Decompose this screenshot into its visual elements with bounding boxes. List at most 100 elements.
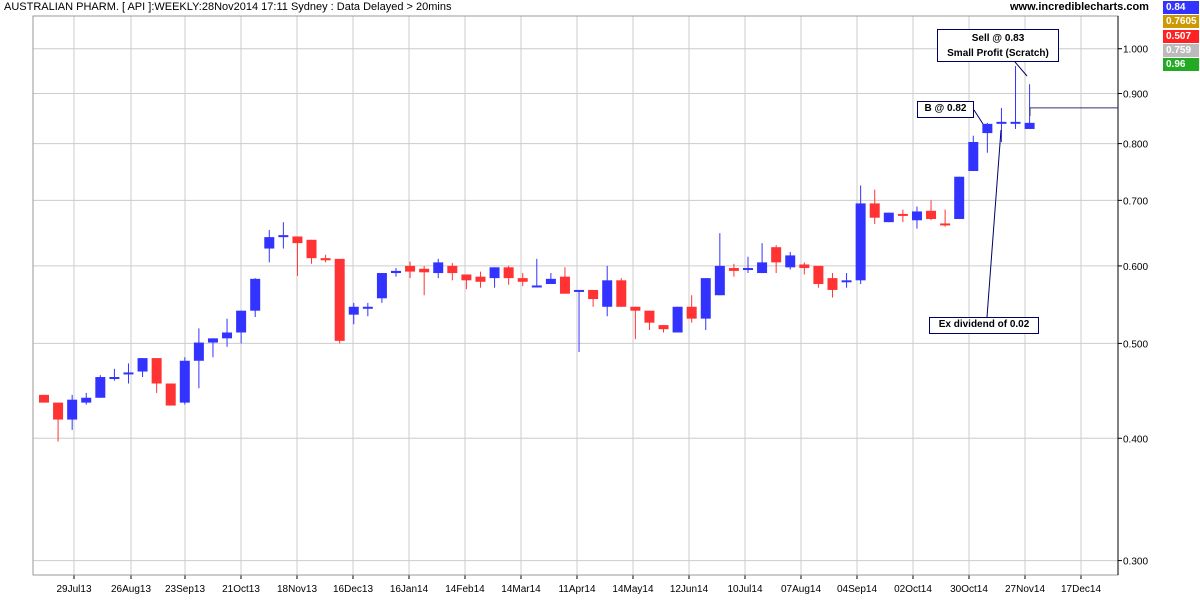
- candle-body-down: [813, 265, 824, 284]
- candle-body-up: [883, 212, 894, 223]
- candle-body-up: [911, 211, 922, 221]
- x-tick-label: 12Jun14: [670, 584, 709, 595]
- candle-body-down: [517, 278, 528, 282]
- candle-body-down: [926, 210, 937, 219]
- dividend-annotation: Ex dividend of 0.02: [929, 317, 1039, 334]
- candle-body-down: [630, 306, 641, 311]
- candle-body-down: [728, 268, 739, 271]
- candle-body-up: [81, 397, 92, 403]
- x-tick-label: 30Oct14: [950, 584, 988, 595]
- candle-body-up: [250, 278, 261, 311]
- x-tick-label: 07Aug14: [781, 584, 821, 595]
- dividend-leader-line: [986, 129, 1002, 318]
- candle-body-up: [278, 235, 289, 238]
- buy-annotation: B @ 0.82: [917, 101, 974, 118]
- y-tick-label: 0.800: [1123, 140, 1148, 151]
- y-tick-label: 0.600: [1123, 262, 1148, 273]
- candle-body-up: [757, 262, 768, 274]
- x-tick-label: 21Oct13: [222, 584, 260, 595]
- candle-body-down: [799, 264, 810, 269]
- candle-body-up: [714, 265, 725, 296]
- y-tick-label: 0.900: [1123, 90, 1148, 101]
- x-tick-label: 16Jan14: [390, 584, 429, 595]
- candle-body-down: [616, 280, 627, 307]
- y-tick-label: 0.300: [1123, 557, 1148, 568]
- x-tick-label: 10Jul14: [727, 584, 762, 595]
- last-price-badge: 0.84: [1163, 1, 1199, 14]
- candle-body-up: [109, 377, 120, 380]
- candle-body-up: [1024, 122, 1035, 129]
- candle-body-down: [165, 383, 176, 406]
- candle-body-up: [207, 338, 218, 343]
- candle-body-up: [376, 273, 387, 299]
- x-tick-label: 11Apr14: [558, 584, 596, 595]
- candle-body-down: [151, 358, 162, 384]
- candle-body-down: [940, 223, 951, 226]
- candle-body-up: [236, 310, 247, 333]
- candle-body-up: [545, 278, 556, 284]
- candle-body-up: [531, 285, 542, 288]
- x-tick-label: 04Sep14: [837, 584, 877, 595]
- candle-body-up: [222, 332, 233, 339]
- candle-body-up: [391, 270, 401, 274]
- candle-body-up: [362, 306, 373, 309]
- candle-body-down: [869, 203, 880, 218]
- candle-body-down: [588, 289, 599, 300]
- candle-body-down: [461, 274, 472, 281]
- candle-body-up: [672, 306, 683, 333]
- candle-body-down: [897, 213, 908, 216]
- candle-body-up: [968, 141, 979, 172]
- candle-body-up: [67, 399, 78, 420]
- candle-body-up: [137, 358, 148, 372]
- x-tick-label: 29Jul13: [56, 584, 91, 595]
- x-tick-label: 16Dec13: [333, 584, 373, 595]
- plot-frame: [32, 15, 1119, 576]
- buy-leader-line: [973, 109, 984, 125]
- candle-body-down: [334, 258, 345, 341]
- candle-body-down: [306, 239, 317, 259]
- x-tick-label: 27Nov14: [1005, 584, 1045, 595]
- candle-body-down: [503, 267, 514, 279]
- x-tick-label: 14Feb14: [445, 584, 485, 595]
- x-tick-label: 23Sep13: [165, 584, 205, 595]
- candle-body-down: [405, 265, 416, 272]
- candle-body-down: [447, 265, 458, 274]
- sell-annotation-line1: Sell @ 0.83: [971, 33, 1025, 44]
- candle-body-up: [954, 176, 965, 219]
- candle-body-down: [658, 325, 669, 330]
- candle-body-down: [419, 268, 430, 273]
- candle-body-down: [686, 306, 697, 319]
- candle-body-up: [982, 123, 993, 134]
- x-tick-label: 14Mar14: [501, 584, 541, 595]
- candle-body-down: [559, 276, 570, 294]
- candle-body-up: [1010, 121, 1021, 124]
- y-tick-label: 0.500: [1123, 339, 1148, 350]
- candle-body-down: [644, 310, 655, 323]
- low-badge: 0.507: [1163, 30, 1199, 43]
- x-tick-label: 26Aug13: [111, 584, 151, 595]
- candle-body-down: [827, 278, 838, 290]
- y-tick-label: 0.700: [1123, 196, 1148, 207]
- candle-body-down: [475, 276, 486, 282]
- y-tick-label: 1.000: [1123, 45, 1148, 56]
- ma-badge: 0.7605: [1163, 15, 1199, 28]
- candle-body-up: [264, 237, 275, 249]
- y-tick-label: 0.400: [1123, 434, 1148, 445]
- candle-body-down: [292, 236, 303, 244]
- candle-body-up: [193, 342, 204, 361]
- candle-body-up: [743, 268, 753, 271]
- candle-body-up: [433, 262, 444, 274]
- x-tick-label: 14May14: [612, 584, 654, 595]
- candle-body-down: [320, 258, 331, 261]
- candle-body-up: [123, 372, 134, 375]
- candle-body-down: [53, 402, 64, 420]
- candle-body-up: [602, 280, 613, 307]
- high-badge: 0.96: [1163, 58, 1199, 71]
- candle-body-up: [95, 377, 106, 398]
- candle-body-down: [39, 394, 49, 403]
- sell-annotation-line2: Small Profit (Scratch): [947, 48, 1049, 59]
- x-tick-label: 02Oct14: [894, 584, 932, 595]
- candle-body-up: [489, 267, 500, 279]
- candle-body-up: [841, 280, 852, 283]
- candle-body-down: [771, 247, 782, 263]
